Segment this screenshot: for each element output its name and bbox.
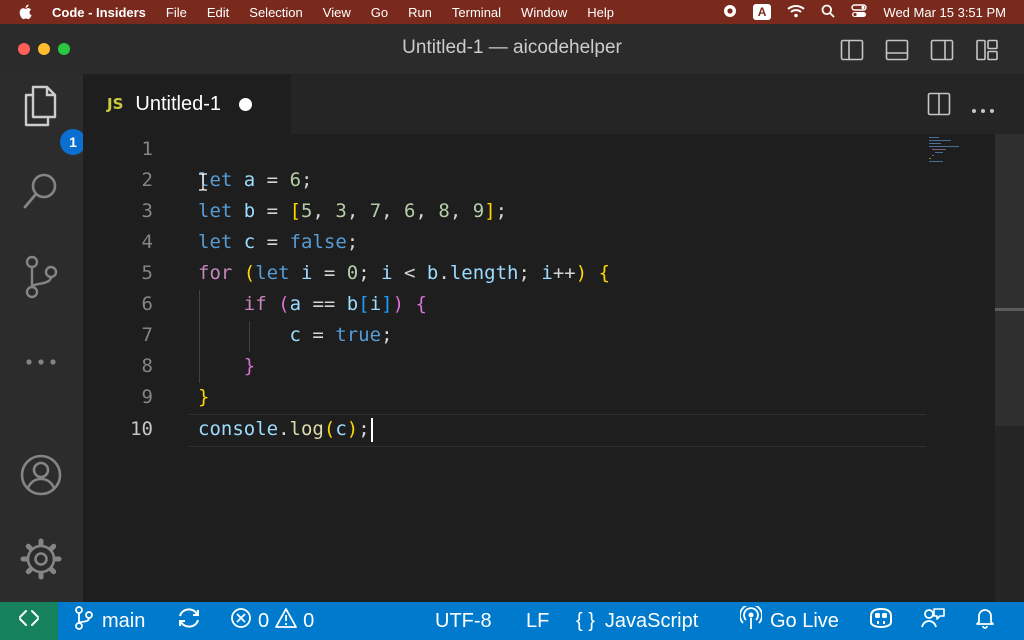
wifi-icon[interactable]	[787, 4, 806, 21]
keyboard-input-indicator[interactable]: A	[752, 4, 772, 20]
remote-window-button[interactable]	[0, 602, 58, 640]
status-bar: main 0 0 UTF-8 LF { } JavaScript Go Live	[0, 602, 1024, 640]
line-number: 9	[141, 386, 153, 408]
copilot-icon	[868, 607, 894, 635]
scrollbar-cursor-marker	[995, 308, 1024, 311]
zoom-window-button[interactable]	[58, 43, 70, 55]
line-number: 3	[141, 200, 153, 222]
line-number: 7	[141, 324, 153, 346]
menu-help[interactable]: Help	[587, 5, 614, 20]
text-ibeam-cursor-icon	[198, 173, 208, 196]
code-line-7[interactable]: c = true;	[198, 320, 393, 351]
error-count: 0	[258, 609, 270, 632]
gear-icon	[19, 537, 63, 586]
code-line-9[interactable]: }	[198, 382, 209, 413]
encoding-status[interactable]: UTF-8	[435, 602, 492, 640]
language-mode-status[interactable]: { } JavaScript	[576, 602, 698, 640]
tab-untitled-1[interactable]: JS Untitled-1	[83, 74, 291, 134]
problems-status[interactable]: 0 0	[230, 602, 314, 640]
close-window-button[interactable]	[18, 43, 30, 55]
code-line-3[interactable]: let b = [5, 3, 7, 6, 8, 9];	[198, 196, 507, 227]
control-center-icon[interactable]	[851, 3, 868, 21]
editor-tab-bar: JS Untitled-1	[83, 74, 1024, 134]
language-name: JavaScript	[604, 609, 699, 632]
search-view-button[interactable]	[18, 170, 64, 216]
apple-menu-icon[interactable]	[18, 4, 34, 20]
menu-file[interactable]: File	[166, 5, 187, 20]
broadcast-icon	[739, 603, 763, 636]
line-number: 2	[141, 169, 153, 191]
bell-icon	[975, 607, 995, 635]
code-line-4[interactable]: let c = false;	[198, 227, 358, 258]
tab-label: Untitled-1	[135, 92, 221, 115]
go-live-label: Go Live	[770, 609, 839, 632]
scrollbar-thumb[interactable]	[995, 134, 1024, 426]
menubar-clock[interactable]: Wed Mar 15 3:51 PM	[883, 5, 1006, 20]
toggle-primary-sidebar-icon[interactable]	[840, 38, 864, 62]
window-title: Untitled-1 — aicodehelper	[402, 37, 622, 58]
spotlight-search-icon[interactable]	[821, 4, 836, 21]
feedback-button[interactable]	[921, 602, 945, 640]
line-number: 1	[141, 138, 153, 160]
go-live-button[interactable]: Go Live	[739, 602, 839, 640]
line-number: 5	[141, 262, 153, 284]
line-number-active: 10	[130, 418, 153, 440]
activity-bar: 1	[0, 74, 86, 602]
menu-selection[interactable]: Selection	[249, 5, 302, 20]
remote-icon	[18, 608, 40, 634]
code-line-6[interactable]: if (a == b[i]) {	[198, 289, 427, 320]
warning-icon	[275, 607, 298, 635]
sync-icon	[176, 607, 202, 635]
macos-menu-bar: Code - Insiders File Edit Selection View…	[0, 0, 1024, 24]
screen-record-icon[interactable]	[723, 4, 737, 21]
toggle-panel-icon[interactable]	[885, 38, 909, 62]
source-control-view-button[interactable]	[18, 255, 64, 304]
code-editor[interactable]: 1 2 3 4 5 6 7 8 9 10 let a = 6; let b = …	[83, 134, 1024, 602]
warning-count: 0	[303, 609, 315, 632]
menu-run[interactable]: Run	[408, 5, 432, 20]
account-icon	[19, 453, 63, 502]
branch-name: main	[102, 609, 146, 632]
sync-button[interactable]	[176, 602, 202, 640]
source-control-icon	[21, 255, 61, 304]
menu-window[interactable]: Window	[521, 5, 567, 20]
branch-status[interactable]: main	[74, 602, 145, 640]
feedback-icon	[921, 607, 945, 635]
line-number: 8	[141, 355, 153, 377]
more-views-button[interactable]	[18, 340, 64, 386]
line-number: 4	[141, 231, 153, 253]
split-editor-icon[interactable]	[927, 92, 951, 121]
manage-settings-button[interactable]	[18, 538, 64, 584]
text-cursor	[370, 417, 373, 442]
code-line-2[interactable]: let a = 6;	[198, 165, 312, 196]
javascript-file-icon: JS	[107, 95, 124, 113]
menu-view[interactable]: View	[323, 5, 351, 20]
customize-layout-icon[interactable]	[975, 38, 999, 62]
app-name-menu[interactable]: Code - Insiders	[52, 5, 146, 20]
minimap[interactable]	[925, 134, 995, 164]
copilot-button[interactable]	[868, 602, 894, 640]
code-line-8[interactable]: }	[198, 351, 255, 382]
more-actions-icon[interactable]	[971, 101, 995, 119]
files-icon	[21, 85, 61, 134]
error-icon	[230, 607, 252, 635]
explorer-view-button[interactable]: 1	[18, 85, 86, 155]
code-line-10[interactable]: console.log(c);	[198, 414, 373, 445]
end-of-line-status[interactable]: LF	[526, 602, 549, 640]
notifications-button[interactable]	[975, 602, 995, 640]
git-branch-icon	[74, 606, 94, 636]
unsaved-changes-dot[interactable]	[239, 97, 252, 111]
accounts-button[interactable]	[18, 454, 64, 500]
menu-terminal[interactable]: Terminal	[452, 5, 501, 20]
window-title-bar: Untitled-1 — aicodehelper	[0, 24, 1024, 75]
braces-icon: { }	[576, 609, 595, 632]
menu-go[interactable]: Go	[371, 5, 388, 20]
line-number: 6	[141, 293, 153, 315]
toggle-secondary-sidebar-icon[interactable]	[930, 38, 954, 62]
search-icon	[21, 171, 61, 216]
more-horizontal-icon	[21, 354, 61, 372]
minimize-window-button[interactable]	[38, 43, 50, 55]
menu-edit[interactable]: Edit	[207, 5, 229, 20]
code-line-5[interactable]: for (let i = 0; i < b.length; i++) {	[198, 258, 610, 289]
